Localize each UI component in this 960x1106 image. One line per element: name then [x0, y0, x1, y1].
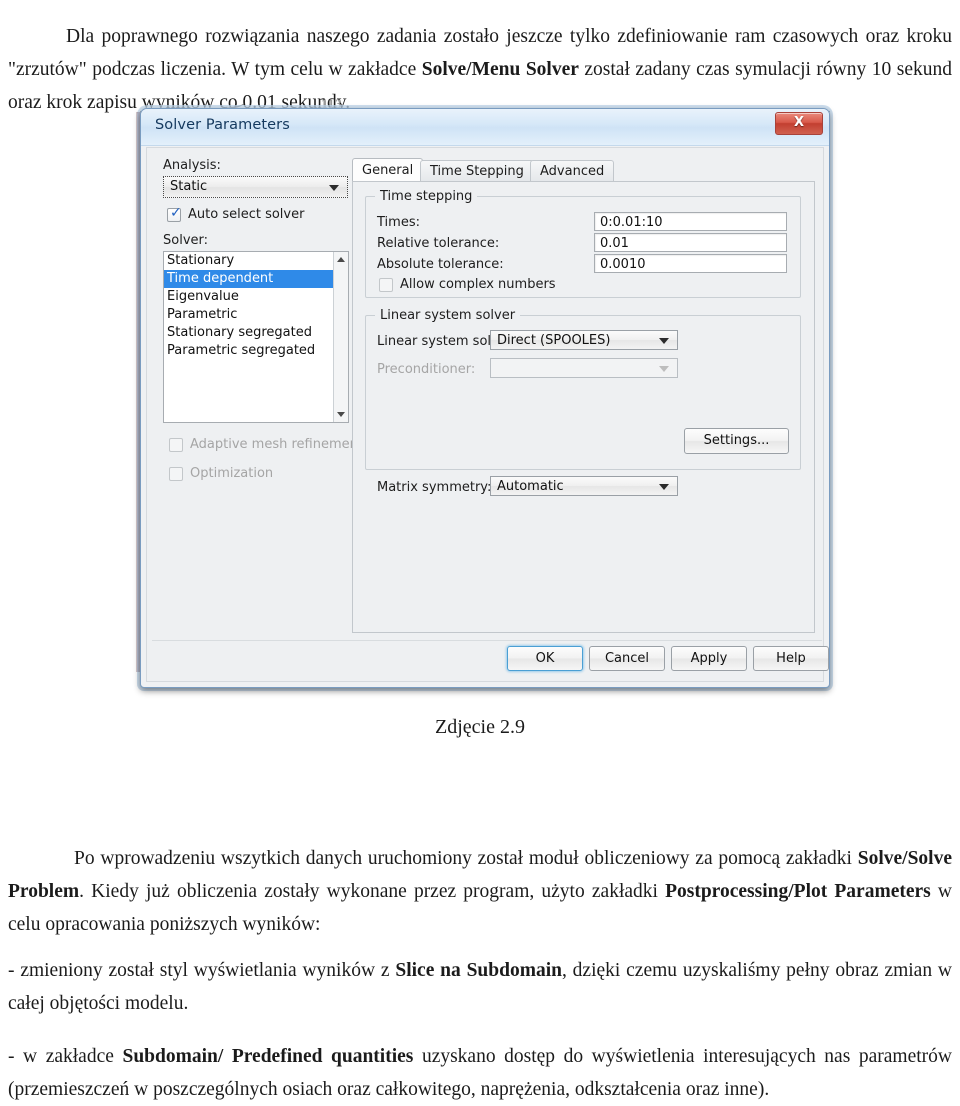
check-icon: ✓: [170, 205, 182, 221]
time-stepping-group-title: Time stepping: [375, 189, 478, 204]
figure-screenshot: 113 Solver Parameters X Analysis: Static…: [0, 98, 960, 748]
tab-panel-general: Time stepping Times: Relative tolerance:…: [352, 181, 815, 633]
p2-bold-term-2: Postprocessing/Plot Parameters: [665, 880, 931, 902]
relative-tolerance-input[interactable]: 0.01: [594, 233, 787, 252]
analysis-label: Analysis:: [163, 158, 221, 173]
intro-bold-term: Solve/Menu Solver: [421, 58, 579, 80]
p2-text-1: Po wprowadzeniu wszytkich danych uruchom…: [74, 847, 858, 869]
dialog-button-bar: OK Cancel Apply Help: [152, 640, 829, 675]
figure-caption: Zdjęcie 2.9: [435, 716, 525, 738]
tab-advanced[interactable]: Advanced: [530, 160, 615, 182]
solver-option-eigenvalue[interactable]: Eigenvalue: [164, 288, 348, 306]
optimization-label: Optimization: [190, 466, 274, 481]
solver-option-stationary[interactable]: Stationary: [164, 252, 348, 270]
preconditioner-select: [490, 358, 678, 378]
tabstrip: General Time Stepping Advanced: [352, 158, 815, 182]
p4-bold-term: Subdomain/ Predefined quantities: [122, 1045, 414, 1067]
paragraph-3: - zmieniony został styl wyświetlania wyn…: [8, 954, 952, 1020]
settings-button[interactable]: Settings...: [684, 428, 789, 454]
allow-complex-numbers-label: Allow complex numbers: [400, 277, 556, 292]
chevron-down-icon: [329, 185, 339, 191]
apply-button[interactable]: Apply: [671, 646, 747, 671]
matrix-symmetry-value: Automatic: [497, 479, 564, 494]
solver-list-scrollbar[interactable]: [333, 252, 348, 422]
paragraph-2: Po wprowadzeniu wszytkich danych uruchom…: [8, 842, 952, 941]
analysis-select[interactable]: Static: [163, 176, 348, 198]
adaptive-mesh-refinement-checkbox: [169, 438, 183, 452]
relative-tolerance-label: Relative tolerance:: [377, 236, 500, 251]
matrix-symmetry-select[interactable]: Automatic: [490, 476, 678, 496]
linear-system-solver-select[interactable]: Direct (SPOOLES): [490, 330, 678, 350]
times-input[interactable]: 0:0.01:10: [594, 212, 787, 231]
auto-select-solver-checkbox[interactable]: ✓: [167, 205, 182, 222]
p4-text-1: - w zakładce: [8, 1045, 123, 1067]
solver-option-time-dependent[interactable]: Time dependent: [164, 270, 348, 288]
paragraph-4: - w zakładce Subdomain/ Predefined quant…: [8, 1040, 952, 1106]
optimization-checkbox: [169, 467, 183, 481]
dialog-title: Solver Parameters: [155, 117, 290, 133]
linear-system-solver-value: Direct (SPOOLES): [497, 333, 611, 348]
chevron-down-icon: [659, 366, 669, 372]
chevron-down-icon: [659, 338, 669, 344]
preconditioner-label: Preconditioner:: [377, 362, 476, 377]
scroll-down-icon[interactable]: [337, 412, 345, 417]
ok-button[interactable]: OK: [507, 646, 583, 671]
times-label: Times:: [377, 215, 420, 230]
tab-general[interactable]: General: [352, 158, 424, 182]
scroll-up-icon[interactable]: [337, 257, 345, 262]
p3-text-1: - zmieniony został styl wyświetlania wyn…: [8, 959, 396, 981]
solver-parameters-dialog: Solver Parameters X Analysis: Static ✓ A…: [140, 108, 830, 688]
chevron-down-icon: [659, 484, 669, 490]
tab-time-stepping[interactable]: Time Stepping: [420, 160, 534, 182]
cancel-button[interactable]: Cancel: [589, 646, 665, 671]
dialog-titlebar[interactable]: Solver Parameters X: [141, 109, 829, 146]
solver-listbox[interactable]: Stationary Time dependent Eigenvalue Par…: [163, 251, 349, 423]
allow-complex-numbers-checkbox[interactable]: [379, 278, 393, 292]
dialog-body: Analysis: Static ✓ Auto select solver So…: [146, 147, 829, 682]
analysis-select-value: Static: [170, 179, 208, 194]
linear-system-solver-group-title: Linear system solver: [375, 308, 521, 323]
auto-select-solver-label: Auto select solver: [188, 207, 305, 222]
help-button[interactable]: Help: [753, 646, 829, 671]
p2-text-2: . Kiedy już obliczenia zostały wykonane …: [79, 880, 666, 902]
p3-bold-term: Slice na Subdomain: [395, 959, 562, 981]
matrix-symmetry-label: Matrix symmetry:: [377, 480, 492, 495]
absolute-tolerance-label: Absolute tolerance:: [377, 257, 504, 272]
absolute-tolerance-input[interactable]: 0.0010: [594, 254, 787, 273]
solver-option-stationary-segregated[interactable]: Stationary segregated: [164, 324, 348, 342]
solver-option-parametric-segregated[interactable]: Parametric segregated: [164, 342, 348, 360]
close-icon[interactable]: X: [775, 112, 823, 135]
solver-option-parametric[interactable]: Parametric: [164, 306, 348, 324]
adaptive-mesh-refinement-label: Adaptive mesh refinement: [190, 437, 363, 452]
solver-list-label: Solver:: [163, 233, 209, 248]
